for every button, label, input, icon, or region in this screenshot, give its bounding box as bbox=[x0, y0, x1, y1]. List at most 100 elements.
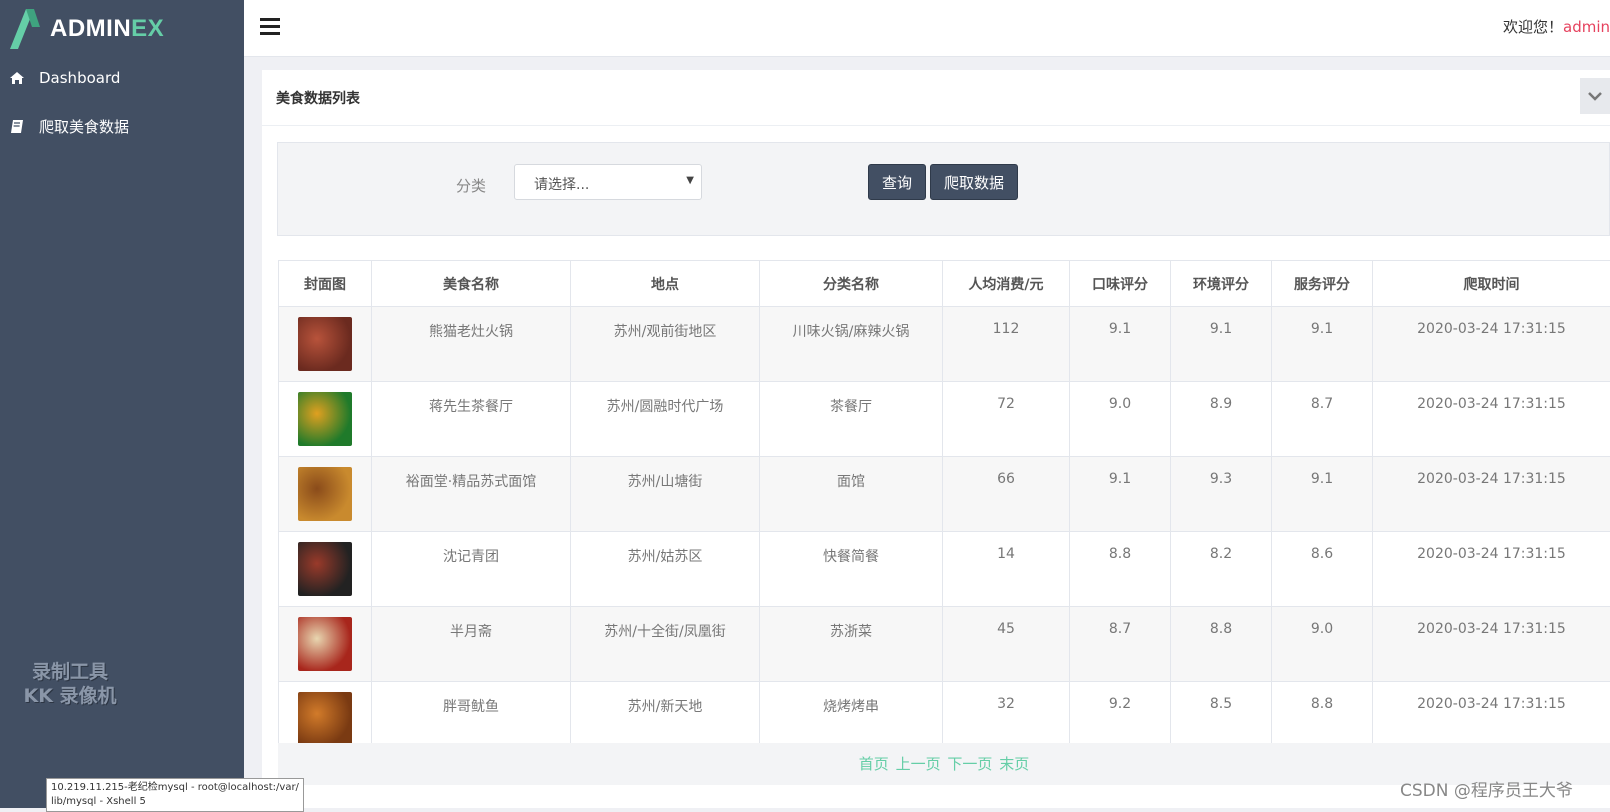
column-header: 爬取时间 bbox=[1373, 261, 1610, 307]
food-table: 封面图 美食名称 地点 分类名称 人均消费/元 口味评分 环境评分 服务评分 爬… bbox=[278, 260, 1610, 757]
food-cover-image bbox=[298, 317, 352, 371]
cover-cell bbox=[279, 307, 372, 382]
avg-price: 66 bbox=[943, 457, 1070, 532]
home-icon bbox=[8, 71, 26, 85]
sidebar-item-crawl-food[interactable]: 爬取美食数据 bbox=[0, 106, 244, 146]
recorder-watermark-line: 录制工具 bbox=[14, 660, 126, 684]
column-header: 分类名称 bbox=[760, 261, 943, 307]
sidebar-item-label: Dashboard bbox=[39, 69, 120, 87]
table-row: 蒋先生茶餐厅 苏州/圆融时代广场 茶餐厅 72 9.0 8.9 8.7 2020… bbox=[279, 382, 1610, 457]
taste-score: 9.0 bbox=[1070, 382, 1171, 457]
collapse-button[interactable] bbox=[1580, 78, 1610, 114]
environment-score: 9.1 bbox=[1171, 307, 1272, 382]
caret-down-icon: ▼ bbox=[686, 175, 694, 186]
food-cover-image bbox=[298, 467, 352, 521]
food-category: 川味火锅/麻辣火锅 bbox=[760, 307, 943, 382]
column-header: 地点 bbox=[571, 261, 760, 307]
welcome-text: 欢迎您！admin bbox=[1503, 16, 1610, 37]
food-cover-image bbox=[298, 542, 352, 596]
environment-score: 8.8 bbox=[1171, 607, 1272, 682]
category-select[interactable]: 请选择... ▼ bbox=[514, 164, 702, 200]
cover-cell bbox=[279, 457, 372, 532]
service-score: 8.6 bbox=[1272, 532, 1373, 607]
food-location: 苏州/圆融时代广场 bbox=[571, 382, 760, 457]
food-list-panel: 美食数据列表 分类 请选择... ▼ 查询 爬取数据 封面图 美食名称 地点 分… bbox=[262, 70, 1610, 808]
food-name: 蒋先生茶餐厅 bbox=[372, 382, 571, 457]
sidebar-item-dashboard[interactable]: Dashboard bbox=[0, 58, 244, 98]
cover-cell bbox=[279, 532, 372, 607]
service-score: 8.7 bbox=[1272, 382, 1373, 457]
service-score: 9.1 bbox=[1272, 307, 1373, 382]
environment-score: 8.2 bbox=[1171, 532, 1272, 607]
recorder-watermark: 录制工具 KK 录像机 bbox=[14, 660, 126, 708]
last-page-link[interactable]: 末页 bbox=[999, 755, 1029, 773]
logo-mark-icon bbox=[6, 7, 40, 51]
table-row: 裕面堂·精品苏式面馆 苏州/山塘街 面馆 66 9.1 9.3 9.1 2020… bbox=[279, 457, 1610, 532]
table-header-row: 封面图 美食名称 地点 分类名称 人均消费/元 口味评分 环境评分 服务评分 爬… bbox=[279, 261, 1610, 307]
food-location: 苏州/观前街地区 bbox=[571, 307, 760, 382]
food-cover-image bbox=[298, 617, 352, 671]
welcome-prefix: 欢迎您！ bbox=[1503, 18, 1563, 36]
table-row: 半月斋 苏州/十全街/凤凰街 苏浙菜 45 8.7 8.8 9.0 2020-0… bbox=[279, 607, 1610, 682]
crawl-data-button[interactable]: 爬取数据 bbox=[930, 164, 1018, 200]
service-score: 9.1 bbox=[1272, 457, 1373, 532]
food-category: 面馆 bbox=[760, 457, 943, 532]
service-score: 9.0 bbox=[1272, 607, 1373, 682]
chevron-down-icon bbox=[1588, 91, 1602, 101]
taste-score: 8.8 bbox=[1070, 532, 1171, 607]
taste-score: 8.7 bbox=[1070, 607, 1171, 682]
column-header: 口味评分 bbox=[1070, 261, 1171, 307]
sidebar-item-label: 爬取美食数据 bbox=[39, 116, 129, 137]
column-header: 封面图 bbox=[279, 261, 372, 307]
category-label: 分类 bbox=[456, 175, 486, 196]
username-link[interactable]: admin bbox=[1563, 18, 1610, 36]
environment-score: 8.9 bbox=[1171, 382, 1272, 457]
avg-price: 45 bbox=[943, 607, 1070, 682]
crawl-time: 2020-03-24 17:31:15 bbox=[1373, 457, 1610, 532]
panel-title: 美食数据列表 bbox=[276, 88, 360, 108]
crawl-time: 2020-03-24 17:31:15 bbox=[1373, 532, 1610, 607]
avg-price: 72 bbox=[943, 382, 1070, 457]
food-location: 苏州/姑苏区 bbox=[571, 532, 760, 607]
menu-toggle-icon[interactable] bbox=[260, 18, 280, 36]
brand-name: ADMINEX bbox=[50, 15, 164, 43]
crawl-time: 2020-03-24 17:31:15 bbox=[1373, 307, 1610, 382]
food-location: 苏州/十全街/凤凰街 bbox=[571, 607, 760, 682]
xshell-tooltip-line: 10.219.11.215-老纪检mysql - root@localhost:… bbox=[51, 781, 299, 795]
food-name: 半月斋 bbox=[372, 607, 571, 682]
food-cover-image bbox=[298, 392, 352, 446]
panel-header: 美食数据列表 bbox=[262, 70, 1610, 126]
top-bar: 欢迎您！admin bbox=[244, 0, 1610, 57]
food-location: 苏州/山塘街 bbox=[571, 457, 760, 532]
first-page-link[interactable]: 首页 bbox=[859, 755, 889, 773]
csdn-watermark: CSDN @程序员王大爷 bbox=[1400, 776, 1573, 801]
avg-price: 112 bbox=[943, 307, 1070, 382]
food-name: 裕面堂·精品苏式面馆 bbox=[372, 457, 571, 532]
category-select-value: 请选择... bbox=[534, 177, 589, 193]
table-row: 熊猫老灶火锅 苏州/观前街地区 川味火锅/麻辣火锅 112 9.1 9.1 9.… bbox=[279, 307, 1610, 382]
xshell-tooltip-line: lib/mysql - Xshell 5 bbox=[51, 795, 299, 809]
food-category: 苏浙菜 bbox=[760, 607, 943, 682]
next-page-link[interactable]: 下一页 bbox=[947, 755, 992, 773]
brand-logo[interactable]: ADMINEX bbox=[6, 6, 164, 52]
prev-page-link[interactable]: 上一页 bbox=[896, 755, 941, 773]
query-button[interactable]: 查询 bbox=[868, 164, 926, 200]
food-category: 茶餐厅 bbox=[760, 382, 943, 457]
column-header: 人均消费/元 bbox=[943, 261, 1070, 307]
crawl-time: 2020-03-24 17:31:15 bbox=[1373, 607, 1610, 682]
column-header: 环境评分 bbox=[1171, 261, 1272, 307]
book-icon bbox=[8, 119, 26, 134]
column-header: 服务评分 bbox=[1272, 261, 1373, 307]
food-cover-image bbox=[298, 692, 352, 746]
crawl-time: 2020-03-24 17:31:15 bbox=[1373, 382, 1610, 457]
food-category: 快餐简餐 bbox=[760, 532, 943, 607]
avg-price: 14 bbox=[943, 532, 1070, 607]
xshell-tooltip: 10.219.11.215-老纪检mysql - root@localhost:… bbox=[46, 778, 304, 812]
table-row: 沈记青团 苏州/姑苏区 快餐简餐 14 8.8 8.2 8.6 2020-03-… bbox=[279, 532, 1610, 607]
column-header: 美食名称 bbox=[372, 261, 571, 307]
taste-score: 9.1 bbox=[1070, 457, 1171, 532]
recorder-watermark-line: KK 录像机 bbox=[14, 684, 126, 708]
food-name: 熊猫老灶火锅 bbox=[372, 307, 571, 382]
food-name: 沈记青团 bbox=[372, 532, 571, 607]
taste-score: 9.1 bbox=[1070, 307, 1171, 382]
